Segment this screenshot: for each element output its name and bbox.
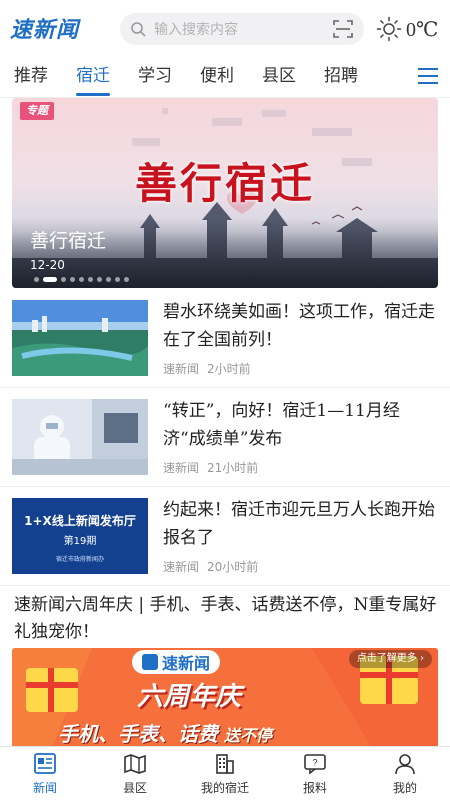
news-meta: 速新闻 21小时前: [163, 459, 258, 476]
carousel-dot[interactable]: [70, 277, 75, 282]
nav-my-suqian[interactable]: 我的宿迁: [180, 747, 270, 800]
feature-brand: 速新闻: [132, 650, 221, 674]
svg-text:?: ?: [312, 758, 317, 768]
carousel-dot-active[interactable]: [43, 277, 57, 282]
scan-icon[interactable]: [332, 19, 354, 39]
map-icon: [124, 754, 146, 774]
carousel-dot[interactable]: [34, 277, 39, 282]
app-root: 速新闻 输入搜索内容 0℃ 推荐 宿迁 学习 便利 县区 招聘 专题 善行宿迁 …: [0, 0, 450, 800]
feature-title[interactable]: 速新闻六周年庆 | 手机、手表、话费送不停，N重专属好礼独宠你！: [14, 592, 438, 646]
news-time: 20小时前: [207, 560, 259, 574]
tab-convenience[interactable]: 便利: [186, 56, 248, 98]
building-icon: [216, 754, 234, 774]
temperature: 0℃: [406, 18, 439, 41]
nav-news[interactable]: 新闻: [0, 747, 90, 800]
carousel-dot[interactable]: [79, 277, 84, 282]
carousel-dot[interactable]: [124, 277, 129, 282]
top-bar: 速新闻 输入搜索内容 0℃: [0, 0, 450, 56]
report-icon: ?: [304, 754, 326, 775]
thumb-issue: 第19期: [63, 536, 97, 547]
news-item[interactable]: 碧水环绕美如画！这项工作，宿迁走在了全国前列！ 速新闻 2小时前: [0, 290, 450, 388]
news-time: 2小时前: [207, 362, 251, 376]
news-time: 21小时前: [207, 461, 259, 475]
search-bar[interactable]: 输入搜索内容: [120, 13, 364, 45]
tab-menu-icon[interactable]: [418, 68, 438, 86]
nav-label: 报料: [302, 781, 327, 795]
news-meta: 速新闻 20小时前: [163, 558, 258, 575]
nav-label: 我的: [392, 781, 417, 795]
thumb-footer: 宿迁市政府新闻办: [55, 556, 104, 563]
nav-label: 县区: [122, 781, 147, 795]
nav-report[interactable]: ? 报料: [270, 747, 360, 800]
news-source: 速新闻: [163, 362, 200, 376]
tab-jobs[interactable]: 招聘: [310, 56, 372, 98]
tab-suqian[interactable]: 宿迁: [62, 56, 124, 98]
news-title[interactable]: 碧水环绕美如画！这项工作，宿迁走在了全国前列！: [163, 298, 439, 354]
feature-headline: 六周年庆: [136, 682, 241, 712]
news-title[interactable]: “转正”，向好！宿迁1—11月经济“成绩单”发布: [163, 397, 439, 453]
news-meta: 速新闻 2小时前: [163, 360, 251, 377]
feature-subline: 手机、手表、话费 送不停: [58, 722, 273, 746]
feature-image[interactable]: 点击了解更多 › 速新闻 六周年庆 手机、手表、话费 送不停: [12, 648, 438, 748]
brand-logo-icon: [142, 654, 158, 670]
banner-carousel[interactable]: 专题 善行宿迁 善行宿迁 12-20: [12, 98, 438, 288]
tab-study[interactable]: 学习: [124, 56, 186, 98]
news-thumbnail[interactable]: [12, 300, 148, 376]
carousel-dot[interactable]: [97, 277, 102, 282]
bottom-navigation: 新闻 县区 我的宿迁 ? 报料 我的: [0, 746, 450, 800]
news-item[interactable]: 1+X线上新闻发布厅 第19期 宿迁市政府新闻办 约起来！宿迁市迎元旦万人长跑开…: [0, 488, 450, 586]
nav-label: 我的宿迁: [200, 781, 249, 795]
search-icon: [131, 22, 146, 37]
news-thumbnail[interactable]: [12, 399, 148, 475]
tab-recommend[interactable]: 推荐: [0, 56, 62, 98]
carousel-dot[interactable]: [61, 277, 66, 282]
app-logo[interactable]: 速新闻: [10, 12, 110, 44]
banner-caption[interactable]: 善行宿迁: [30, 226, 106, 253]
search-placeholder[interactable]: 输入搜索内容: [154, 19, 332, 39]
news-source: 速新闻: [163, 461, 200, 475]
banner-topic-tag: 专题: [20, 102, 54, 120]
thumb-headline: 1+X线上新闻发布厅: [24, 514, 136, 528]
profile-icon: [395, 754, 415, 775]
banner-headline: 善行宿迁: [134, 159, 315, 208]
nav-label: 新闻: [32, 781, 57, 795]
news-title[interactable]: 约起来！宿迁市迎元旦万人长跑开始报名了: [163, 496, 439, 552]
nav-profile[interactable]: 我的: [360, 747, 450, 800]
learn-more-button[interactable]: 点击了解更多 ›: [348, 650, 432, 668]
carousel-indicator[interactable]: [34, 277, 133, 282]
carousel-dot[interactable]: [106, 277, 111, 282]
sun-icon: [376, 16, 402, 42]
carousel-dot[interactable]: [88, 277, 93, 282]
tab-counties[interactable]: 县区: [248, 56, 310, 98]
banner-date: 12-20: [30, 258, 65, 272]
nav-counties[interactable]: 县区: [90, 747, 180, 800]
news-thumbnail[interactable]: 1+X线上新闻发布厅 第19期 宿迁市政府新闻办: [12, 498, 148, 574]
news-source: 速新闻: [163, 560, 200, 574]
carousel-dot[interactable]: [115, 277, 120, 282]
news-item[interactable]: “转正”，向好！宿迁1—11月经济“成绩单”发布 速新闻 21小时前: [0, 389, 450, 487]
news-icon: [34, 753, 56, 774]
weather-widget[interactable]: 0℃: [376, 13, 438, 45]
category-tabs: 推荐 宿迁 学习 便利 县区 招聘: [0, 56, 450, 98]
